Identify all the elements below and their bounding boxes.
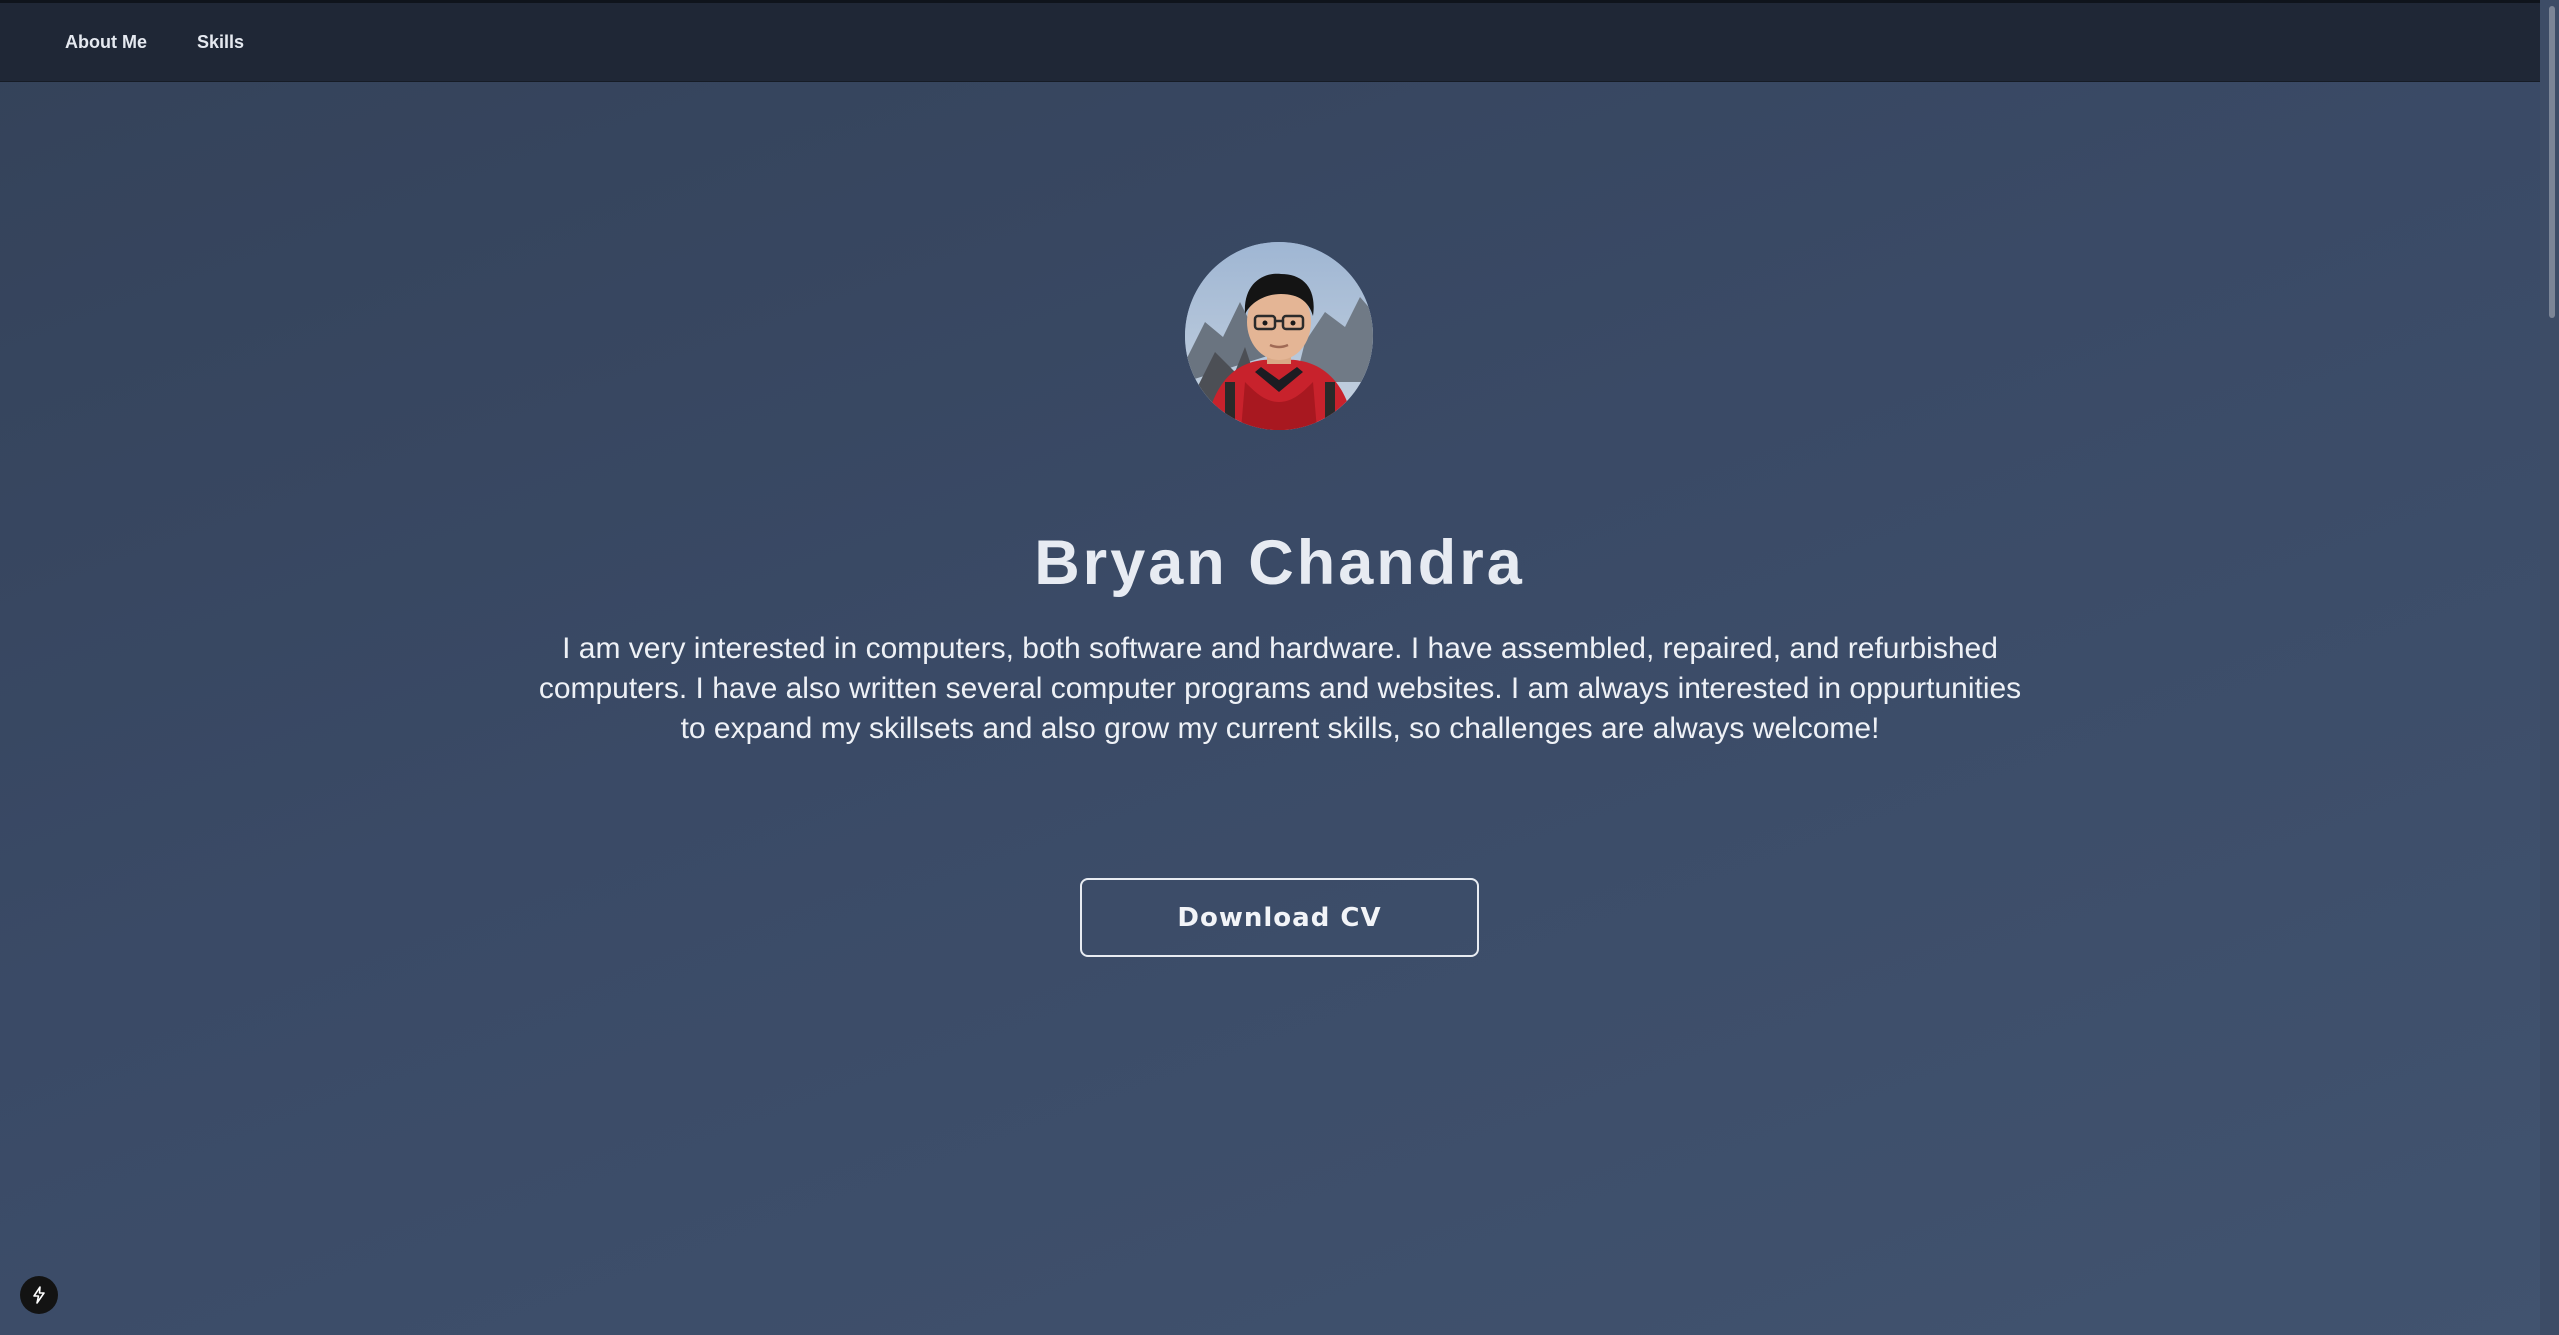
lightning-icon: [33, 1286, 45, 1304]
top-navbar: About Me Skills: [0, 3, 2559, 82]
dev-tools-badge[interactable]: [20, 1276, 58, 1314]
profile-photo: [1185, 242, 1373, 430]
nav-link-about-me[interactable]: About Me: [65, 32, 147, 53]
avatar: [1185, 242, 1373, 430]
nav-link-skills[interactable]: Skills: [197, 32, 244, 53]
scrollbar-thumb[interactable]: [2549, 6, 2555, 318]
scrollbar-track[interactable]: [2540, 0, 2559, 1335]
download-cv-button[interactable]: Download CV: [1080, 878, 1479, 957]
hero-section: Bryan Chandra I am very interested in co…: [0, 81, 2540, 1335]
profile-name: Bryan Chandra: [1034, 528, 1525, 598]
profile-bio: I am very interested in computers, both …: [538, 632, 2022, 745]
